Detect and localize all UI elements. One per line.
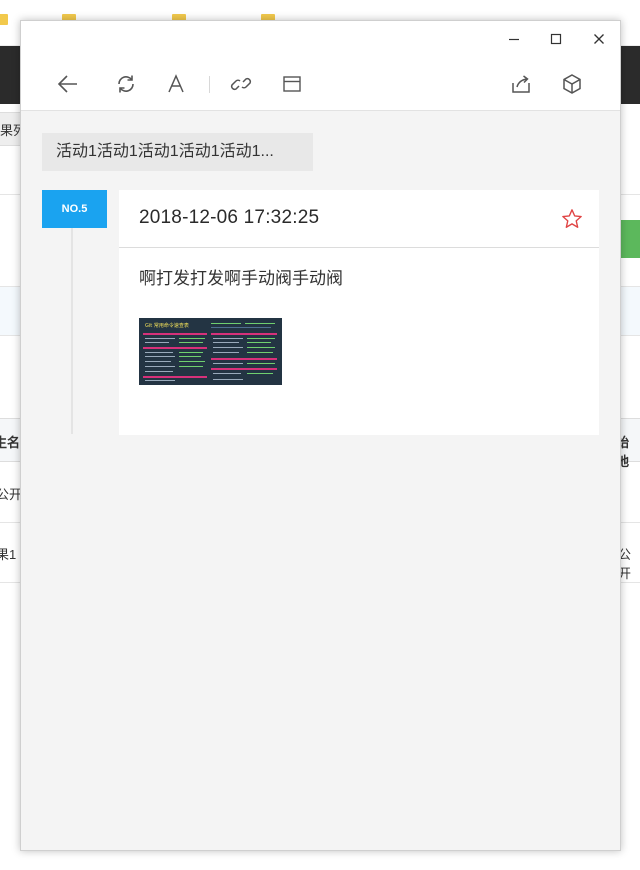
thumb-line (247, 352, 273, 353)
card-date: 2018-12-06 17:32:25 (139, 207, 320, 228)
background-row1-cell: 公开 (0, 487, 23, 502)
thumb-bar (211, 368, 277, 370)
thumb-line (145, 338, 175, 339)
thumb-line (145, 356, 175, 357)
background-green-button[interactable] (620, 220, 640, 258)
thumb-line (245, 323, 275, 324)
thumb-line (211, 323, 241, 324)
attached-image-thumbnail[interactable]: Git 常用命令速查表 (139, 318, 282, 385)
toolbar-separator (209, 76, 210, 93)
thumb-line (145, 361, 171, 362)
thumb-line (247, 363, 275, 364)
folder-icon[interactable] (0, 14, 8, 25)
thumb-line (213, 338, 243, 339)
thumb-line (211, 327, 271, 328)
window-titlebar (21, 21, 620, 57)
thumbnail-title: Git 常用命令速查表 (145, 323, 189, 329)
thumb-line (179, 356, 201, 357)
popup-content: 活动1活动1活动1活动1活动1... NO.5 2018-12-06 17:32… (21, 112, 620, 850)
link-icon[interactable] (228, 71, 254, 97)
share-icon[interactable] (508, 71, 534, 97)
popup-toolbar (21, 57, 620, 111)
refresh-icon[interactable] (113, 71, 139, 97)
background-row2-cell-right: 公开 (618, 547, 632, 581)
rank-badge: NO.5 (42, 190, 107, 228)
thumb-line (247, 342, 271, 343)
popup-window: 活动1活动1活动1活动1活动1... NO.5 2018-12-06 17:32… (20, 20, 621, 851)
maximize-icon[interactable] (545, 28, 567, 50)
thumb-line (213, 347, 243, 348)
thumb-line (247, 347, 275, 348)
thumb-line (213, 373, 241, 374)
thumb-bar (143, 333, 207, 335)
font-size-icon[interactable] (163, 71, 189, 97)
thumb-bar (211, 333, 277, 335)
thumb-line (247, 373, 273, 374)
back-arrow-icon[interactable] (55, 71, 81, 97)
thumb-line (213, 352, 239, 353)
window-icon[interactable] (279, 71, 305, 97)
thumb-line (213, 363, 243, 364)
thumb-bar (143, 376, 207, 378)
thumb-line (145, 342, 169, 343)
thumb-line (145, 371, 173, 372)
minimize-icon[interactable] (503, 28, 525, 50)
thumb-line (145, 352, 173, 353)
thumb-bar (211, 358, 277, 360)
card-header: 2018-12-06 17:32:25 (119, 190, 599, 248)
card-body-text: 啊打发打发啊手动阀手动阀 (139, 269, 343, 288)
thumb-line (213, 342, 239, 343)
thumb-line (179, 352, 203, 353)
thumb-line (213, 379, 243, 380)
background-header-cell-left: 生名 (0, 435, 21, 450)
thumb-line (179, 366, 203, 367)
thumb-line (145, 366, 175, 367)
activity-tag[interactable]: 活动1活动1活动1活动1活动1... (42, 133, 313, 171)
thumb-line (179, 361, 205, 362)
cube-icon[interactable] (559, 71, 585, 97)
thumb-line (145, 380, 175, 381)
thumb-line (179, 338, 205, 339)
thumb-line (179, 342, 203, 343)
thumb-line (247, 338, 275, 339)
close-icon[interactable] (588, 28, 610, 50)
background-row2-cell-left: 果1 (0, 547, 17, 562)
activity-card: 2018-12-06 17:32:25 啊打发打发啊手动阀手动阀 Git 常用命… (119, 190, 599, 435)
thumb-bar (143, 347, 207, 349)
star-icon[interactable] (561, 208, 583, 230)
